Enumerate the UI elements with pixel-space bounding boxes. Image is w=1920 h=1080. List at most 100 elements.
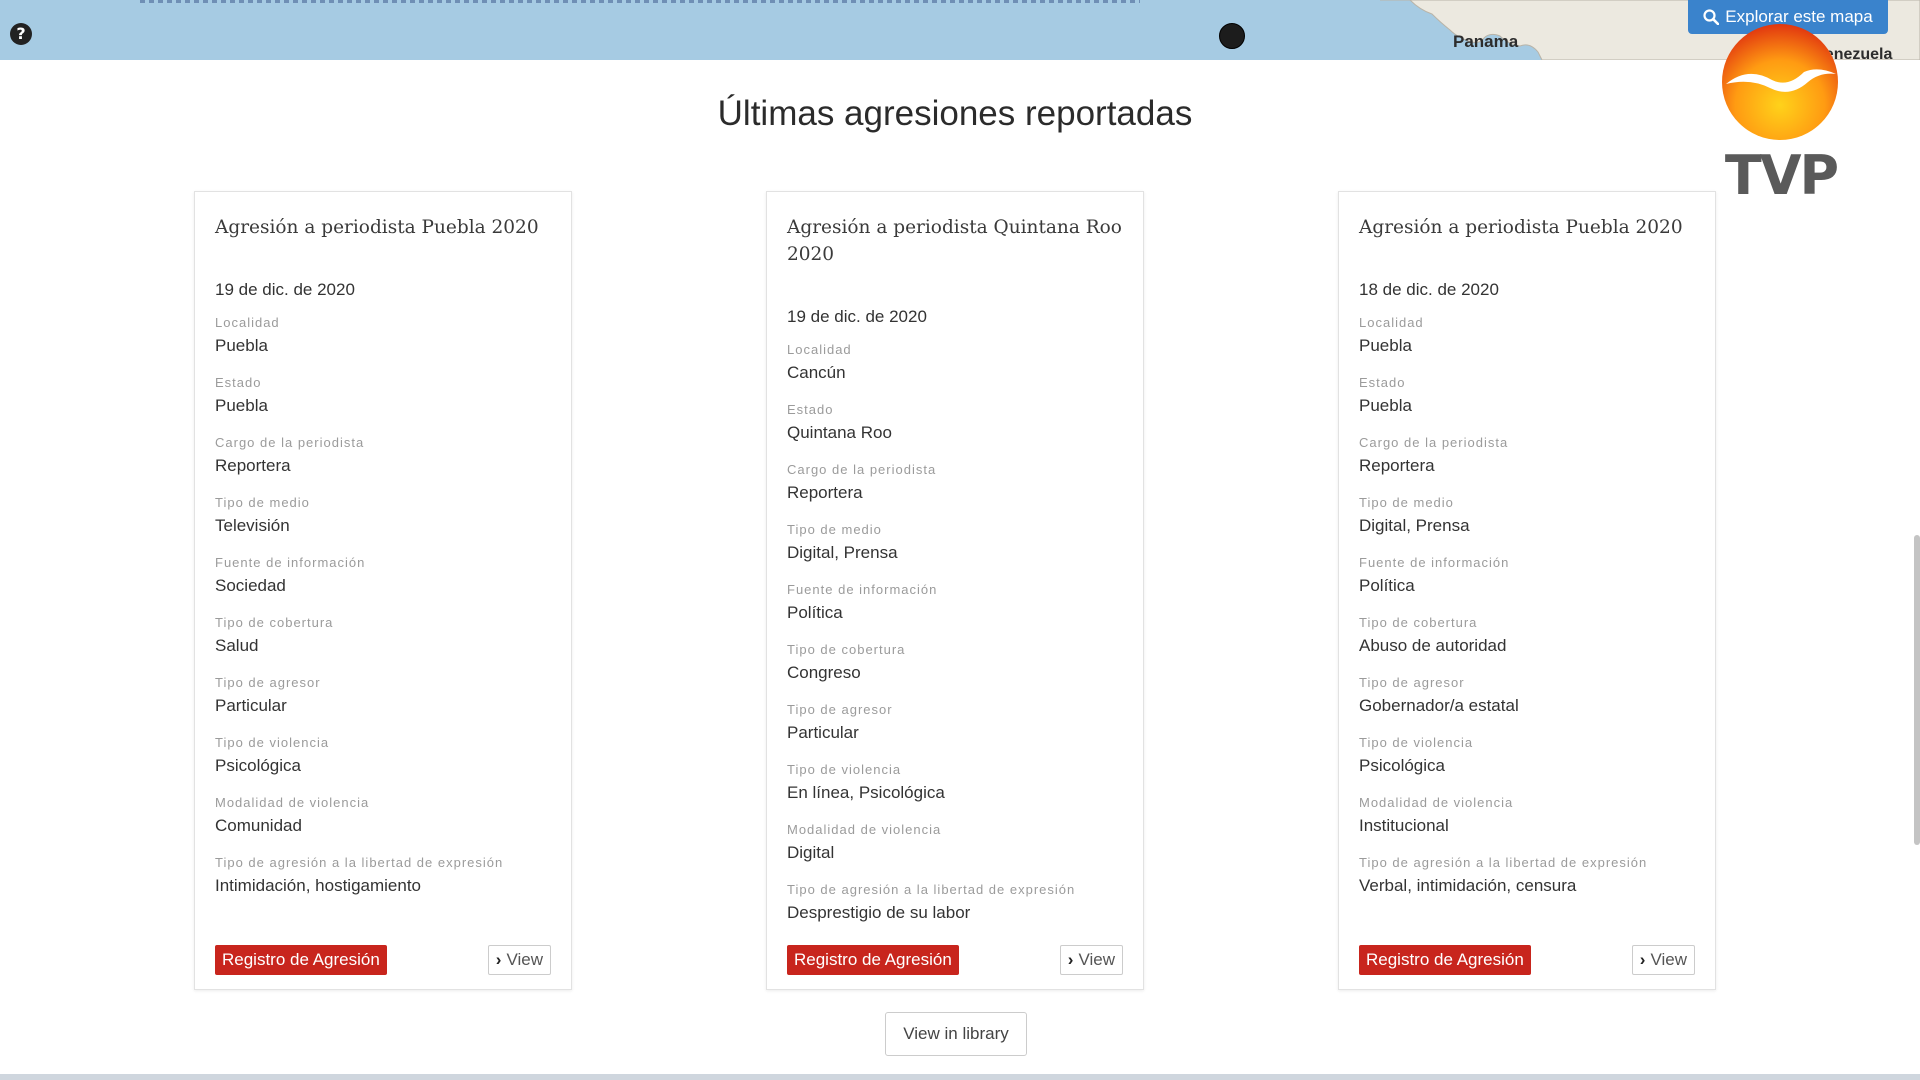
field-label: Tipo de medio	[215, 495, 310, 510]
field-label: Cargo de la periodista	[1359, 435, 1509, 450]
field-label: Modalidad de violencia	[787, 822, 942, 837]
field-localidad: Localidad Cancún	[787, 341, 1123, 401]
help-icon[interactable]: ?	[10, 23, 32, 45]
field-value: Gobernador/a estatal	[1359, 696, 1519, 715]
field-value: Puebla	[215, 396, 268, 415]
field-label: Localidad	[1359, 315, 1424, 330]
field-value: Reportera	[787, 483, 863, 502]
field-medio: Tipo de medio Digital, Prensa	[787, 521, 1123, 581]
field-fuente: Fuente de información Sociedad	[215, 554, 551, 614]
field-cobertura: Tipo de cobertura Salud	[215, 614, 551, 674]
chevron-right-icon: ›	[495, 950, 502, 969]
aggression-card: Agresión a periodista Puebla 2020 19 de …	[194, 191, 572, 990]
field-estado: Estado Puebla	[1359, 374, 1695, 434]
field-modalidad: Modalidad de violencia Comunidad	[215, 794, 551, 854]
field-label: Tipo de agresión a la libertad de expres…	[787, 882, 1076, 897]
section-title: Últimas agresiones reportadas	[717, 94, 1193, 133]
field-localidad: Localidad Puebla	[1359, 314, 1695, 374]
field-estado: Estado Puebla	[215, 374, 551, 434]
field-violencia: Tipo de violencia Psicológica	[1359, 734, 1695, 794]
field-fuente: Fuente de información Política	[787, 581, 1123, 641]
field-estado: Estado Quintana Roo	[787, 401, 1123, 461]
field-label: Tipo de violencia	[1359, 735, 1474, 750]
field-value: Cancún	[787, 363, 846, 382]
field-label: Tipo de agresión a la libertad de expres…	[1359, 855, 1648, 870]
card-title: Agresión a periodista Puebla 2020	[1359, 217, 1683, 238]
scrollbar[interactable]	[1914, 535, 1920, 845]
field-label: Tipo de violencia	[787, 762, 902, 777]
card-title: Agresión a periodista Puebla 2020	[215, 217, 539, 238]
view-in-library-button[interactable]: View in library	[885, 1012, 1027, 1056]
field-label: Fuente de información	[787, 582, 938, 597]
field-label: Estado	[787, 402, 834, 417]
field-label: Tipo de agresor	[215, 675, 321, 690]
field-label: Tipo de cobertura	[787, 642, 906, 657]
field-label: Fuente de información	[215, 555, 366, 570]
field-label: Tipo de agresor	[787, 702, 893, 717]
field-label: Tipo de medio	[1359, 495, 1454, 510]
field-medio: Tipo de medio Televisión	[215, 494, 551, 554]
field-label: Tipo de medio	[787, 522, 882, 537]
field-cargo: Cargo de la periodista Reportera	[787, 461, 1123, 521]
field-label: Cargo de la periodista	[787, 462, 937, 477]
field-value: En línea, Psicológica	[787, 783, 945, 802]
field-violencia: Tipo de violencia En línea, Psicológica	[787, 761, 1123, 821]
register-aggression-button[interactable]: Registro de Agresión	[787, 945, 959, 975]
field-value: Digital	[787, 843, 835, 862]
field-label: Localidad	[787, 342, 852, 357]
view-button-label: View	[1650, 950, 1687, 969]
map-label-panama: Panama	[1453, 32, 1519, 51]
view-button[interactable]: › View	[487, 945, 551, 975]
field-label: Tipo de violencia	[215, 735, 330, 750]
field-value: Salud	[215, 636, 259, 655]
card-title: Agresión a periodista Quintana Roo 2020	[787, 217, 1122, 265]
field-value: Digital, Prensa	[1359, 516, 1470, 535]
chevron-right-icon: ›	[1639, 950, 1646, 969]
field-value: Psicológica	[1359, 756, 1445, 775]
field-label: Estado	[215, 375, 262, 390]
card-footer: Registro de Agresión › View	[215, 945, 551, 975]
field-modalidad: Modalidad de violencia Digital	[787, 821, 1123, 881]
register-aggression-button[interactable]: Registro de Agresión	[1359, 945, 1531, 975]
aggression-card: Agresión a periodista Puebla 2020 18 de …	[1338, 191, 1716, 990]
field-cobertura: Tipo de cobertura Abuso de autoridad	[1359, 614, 1695, 674]
map-marker-icon[interactable]	[1219, 23, 1245, 49]
field-label: Tipo de agresión a la libertad de expres…	[215, 855, 504, 870]
field-value: Sociedad	[215, 576, 286, 595]
field-agresion: Tipo de agresión a la libertad de expres…	[1359, 854, 1695, 914]
view-button[interactable]: › View	[1059, 945, 1123, 975]
map-strip[interactable]: ? Panama Venezuela Explorar este mapa	[0, 0, 1920, 60]
field-agresor: Tipo de agresor Gobernador/a estatal	[1359, 674, 1695, 734]
card-footer: Registro de Agresión › View	[787, 945, 1123, 975]
field-value: Reportera	[1359, 456, 1435, 475]
field-agresor: Tipo de agresor Particular	[215, 674, 551, 734]
field-label: Cargo de la periodista	[215, 435, 365, 450]
view-button-label: View	[506, 950, 543, 969]
register-aggression-button[interactable]: Registro de Agresión	[215, 945, 387, 975]
field-value: Intimidación, hostigamiento	[215, 876, 422, 895]
field-value: Institucional	[1359, 816, 1449, 835]
field-cargo: Cargo de la periodista Reportera	[215, 434, 551, 494]
field-violencia: Tipo de violencia Psicológica	[215, 734, 551, 794]
field-label: Modalidad de violencia	[1359, 795, 1514, 810]
map-border-dots	[140, 0, 1140, 3]
field-modalidad: Modalidad de violencia Institucional	[1359, 794, 1695, 854]
card-footer: Registro de Agresión › View	[1359, 945, 1695, 975]
field-value: Reportera	[215, 456, 291, 475]
field-medio: Tipo de medio Digital, Prensa	[1359, 494, 1695, 554]
bottom-strip	[0, 1074, 1920, 1080]
view-button[interactable]: › View	[1631, 945, 1695, 975]
chevron-right-icon: ›	[1067, 950, 1074, 969]
card-date: 18 de dic. de 2020	[1359, 280, 1499, 299]
card-date: 19 de dic. de 2020	[215, 280, 355, 299]
field-value: Congreso	[787, 663, 861, 682]
field-label: Tipo de cobertura	[215, 615, 334, 630]
search-icon	[1703, 9, 1720, 25]
field-cargo: Cargo de la periodista Reportera	[1359, 434, 1695, 494]
field-value: Particular	[787, 723, 859, 742]
field-value: Televisión	[215, 516, 290, 535]
tvp-logo-text: TVP	[1724, 144, 1839, 207]
field-value: Política	[787, 603, 843, 622]
field-label: Estado	[1359, 375, 1406, 390]
field-value: Política	[1359, 576, 1415, 595]
